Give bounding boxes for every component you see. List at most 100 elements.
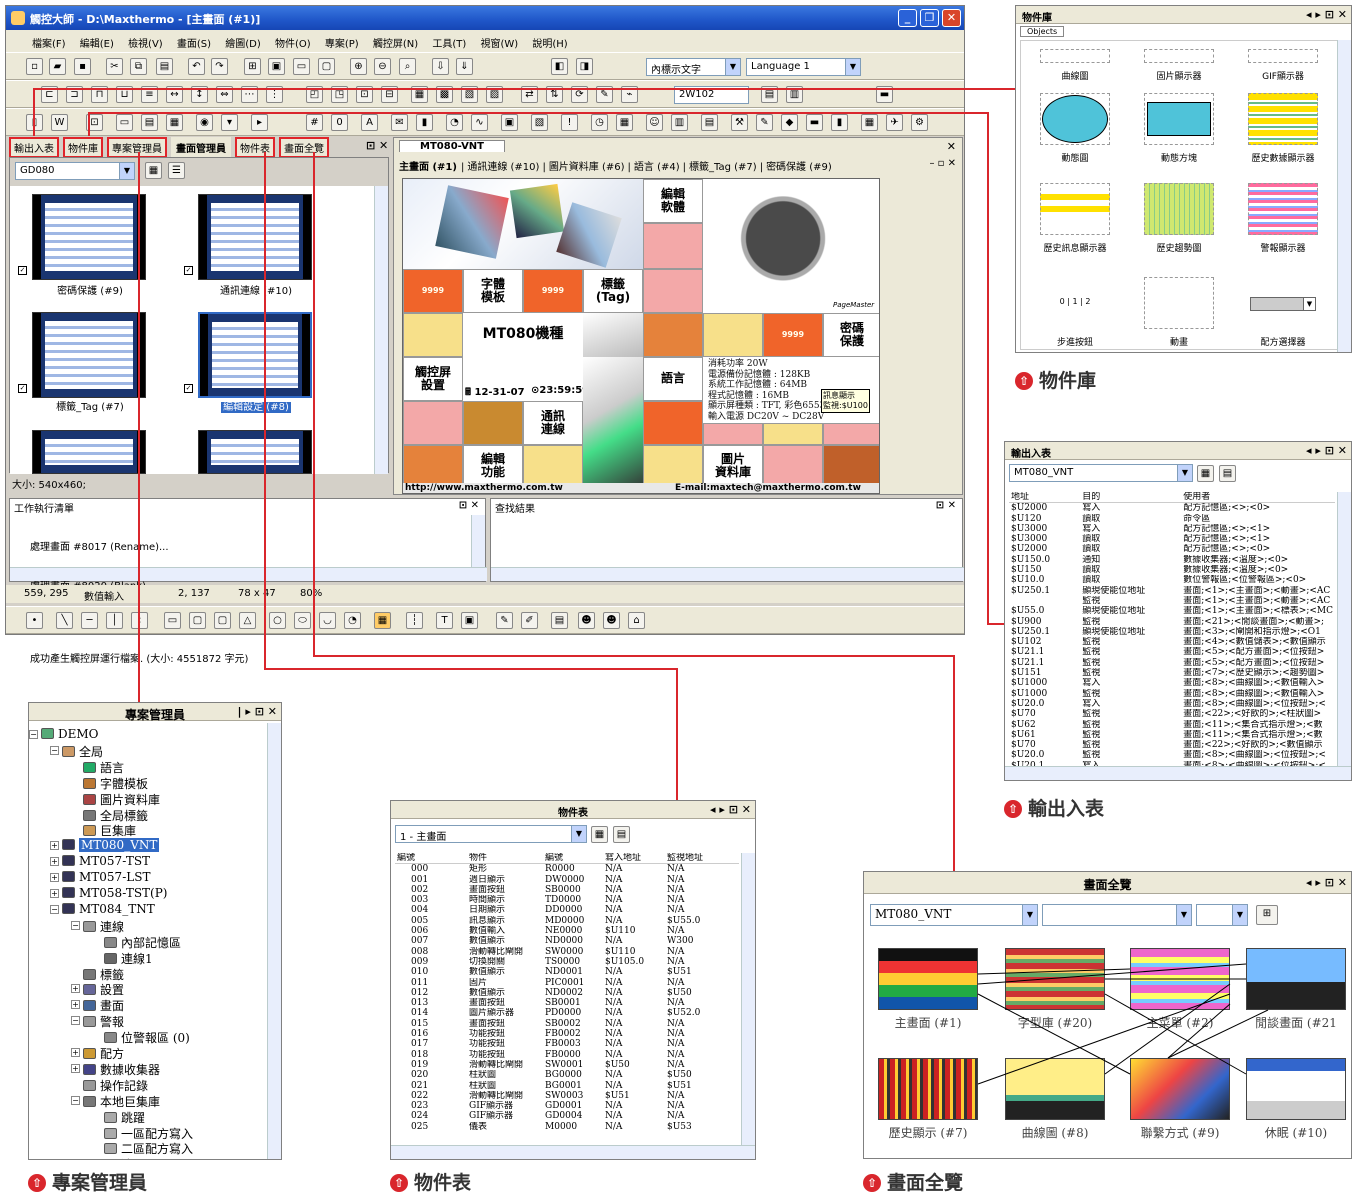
bar2-icon[interactable]: ▬ <box>806 114 823 131</box>
tree-item[interactable]: 字體模板 <box>83 775 148 792</box>
io-table-combo[interactable]: MT080_VNT ▼ <box>1009 464 1193 482</box>
picture-library-cell[interactable]: 圖片 資料庫 <box>703 445 763 487</box>
slider-icon[interactable]: ▸ <box>251 114 268 131</box>
minimize-button[interactable]: _ <box>898 9 917 27</box>
line-icon[interactable]: ╲ <box>56 612 73 629</box>
table-row[interactable]: 012 數值顯示 ND0002 N/A $U50 <box>395 988 739 998</box>
recipe-icon[interactable]: ▤ <box>701 114 718 131</box>
expand-icon[interactable]: + <box>50 889 59 898</box>
expand-icon[interactable]: + <box>71 1000 80 1010</box>
thumbnail-checkbox[interactable]: ✓ <box>18 266 27 275</box>
animation-icon[interactable]: ✈ <box>886 114 903 131</box>
table-row[interactable]: 014 圖片顯示器 PD0000 N/A $U52.0 <box>395 1008 739 1018</box>
chevron-down-icon[interactable]: ▼ <box>119 163 134 179</box>
table-row[interactable]: $U120 讀取 命令區 <box>1009 514 1335 524</box>
output-controls[interactable]: ⊡ ✕ <box>459 500 479 511</box>
tree-item[interactable]: 巨集庫 <box>83 822 136 839</box>
table-row[interactable]: 016 功能按鈕 FB0002 N/A N/A <box>395 1029 739 1039</box>
vertical-scrollbar[interactable] <box>374 186 388 474</box>
tree-item[interactable]: 本地巨集庫 <box>83 1093 160 1110</box>
table-row[interactable]: $U55.0 顯現使能位地址 畫面;<1>;<主畫面>;<標表>;<MC <box>1009 606 1335 616</box>
chevron-down-icon[interactable]: ▼ <box>571 826 586 842</box>
menu-window[interactable]: 視窗(W) <box>480 39 518 50</box>
chevron-down-icon[interactable]: ▼ <box>1177 465 1192 481</box>
tree-item[interactable]: MT057-LST <box>62 870 150 884</box>
table-row[interactable]: 017 功能按鈕 FB0003 N/A N/A <box>395 1039 739 1049</box>
collapse-icon[interactable]: − <box>50 904 59 914</box>
tree-item[interactable]: DEMO <box>41 727 99 741</box>
tree-item[interactable]: 位警報區 (0) <box>104 1029 190 1046</box>
screen-overview-filter[interactable]: ▼ <box>1042 904 1192 926</box>
screen-thumbnail[interactable] <box>198 194 312 280</box>
zoom-out-icon[interactable]: ⊖ <box>374 58 391 75</box>
screen-thumbnail[interactable] <box>32 312 146 398</box>
gif-icon[interactable]: ▧ <box>531 114 548 131</box>
tree-item[interactable]: 圖片資料庫 <box>83 791 160 808</box>
list-view-icon[interactable]: ☰ <box>168 162 185 179</box>
zoom-in-icon[interactable]: ⊕ <box>350 58 367 75</box>
table-row[interactable]: $U3000 讀取 配方記憶區;<>;<1> <box>1009 534 1335 544</box>
table-row[interactable]: 011 固片 PIC0001 N/A N/A <box>395 978 739 988</box>
grid-view-icon[interactable]: ▦ <box>591 826 608 843</box>
ellipse-icon[interactable]: ⬭ <box>294 612 311 629</box>
find-controls[interactable]: ⊡ ✕ <box>936 500 956 511</box>
table-row[interactable]: $U1000 寫入 畫面;<8>;<曲線圖>;<數值輸入> <box>1009 678 1335 688</box>
expand-icon[interactable]: + <box>50 841 59 851</box>
footer-email[interactable]: E-mail:maxtech@maxthermo.com.tw <box>675 483 861 493</box>
object-item[interactable]: GIF顯示器 <box>1233 49 1333 82</box>
tab-screen[interactable]: 通訊連線 (#10) <box>464 162 542 173</box>
tree-item[interactable]: 操作記錄 <box>83 1077 148 1094</box>
vertical-scrollbar[interactable] <box>1337 492 1351 768</box>
table-row[interactable]: $U900 監視 畫面;<21>;<閒談畫面>;<動畫>; <box>1009 617 1335 627</box>
expand-icon[interactable]: + <box>71 984 80 994</box>
table-icon[interactable]: ▦ <box>861 114 878 131</box>
panel-controls[interactable]: ◂ ▸ ⊡ ✕ <box>710 803 751 816</box>
table-row[interactable]: 013 畫面按鈕 SB0001 N/A N/A <box>395 998 739 1008</box>
chevron-down-icon[interactable]: ▼ <box>845 59 860 75</box>
rect-icon[interactable]: ▭ <box>164 612 181 629</box>
table-row[interactable]: 010 數值顯示 ND0001 N/A $U51 <box>395 967 739 977</box>
screen-preview[interactable] <box>1130 1058 1230 1120</box>
screen-thumbnail[interactable] <box>32 430 146 474</box>
table-row[interactable]: 006 數值輸入 NE0000 $U110 N/A <box>395 926 739 936</box>
polygon-icon[interactable]: △ <box>239 612 256 629</box>
table-row[interactable]: $U3000 寫入 配方記憶區;<>;<1> <box>1009 524 1335 534</box>
footer-url[interactable]: http://www.maxthermo.com.tw <box>405 483 563 493</box>
font-template-cell[interactable]: 字體 模板 <box>463 269 523 313</box>
table-row[interactable]: 015 畫面按鈕 SB0002 N/A N/A <box>395 1019 739 1029</box>
chevron-down-icon[interactable]: ▼ <box>1022 905 1037 925</box>
online-sim-icon[interactable]: ◨ <box>576 58 593 75</box>
expand-icon[interactable]: + <box>50 873 59 883</box>
expand-icon[interactable]: + <box>71 1063 80 1073</box>
menu-panel[interactable]: 觸控屏(N) <box>373 39 418 50</box>
screen-thumbnail[interactable] <box>32 194 146 280</box>
restore-button[interactable]: ❐ <box>920 9 939 27</box>
screen-preview[interactable] <box>1005 948 1105 1010</box>
screen-overview-zoom[interactable]: ▼ <box>1196 904 1248 926</box>
panel-controls[interactable]: ◂ ▸ ⊡ ✕ <box>1306 444 1347 457</box>
column-header[interactable]: 編號 <box>543 853 603 865</box>
object-item[interactable]: 曲線圖 <box>1025 49 1125 82</box>
offline-sim-icon[interactable]: ◧ <box>551 58 568 75</box>
column-header[interactable]: 寫入地址 <box>603 853 665 865</box>
object-item[interactable]: 歷史數據顯示器 <box>1233 93 1333 164</box>
monitor-icon[interactable]: ▢ <box>318 58 335 75</box>
tree-item[interactable]: MT057-TST <box>62 854 150 868</box>
export-icon[interactable]: ▤ <box>613 826 630 843</box>
table-row[interactable]: $U250.1 顯現使能位地址 畫面;<1>;<主畫面>;<動畫>;<AC <box>1009 586 1335 596</box>
object-item[interactable]: 動畫 <box>1129 277 1229 348</box>
column-header[interactable]: 地址 <box>1009 492 1081 504</box>
table-row[interactable]: $U2000 寫入 配方記憶區;<>;<0> <box>1009 503 1335 514</box>
scale-icon[interactable]: ┆ <box>406 612 423 629</box>
table-row[interactable]: 003 時間顯示 TD0000 N/A N/A <box>395 895 739 905</box>
menu-object[interactable]: 物件(O) <box>275 39 311 50</box>
tree-item[interactable]: 二區配方寫入 <box>104 1140 193 1157</box>
pipe-icon[interactable]: ▮ <box>831 114 848 131</box>
meter-icon[interactable]: ◔ <box>446 114 463 131</box>
table-row[interactable]: $U10.0 讀取 數位警報區;<位警報區>;<0> <box>1009 575 1335 585</box>
close-button[interactable]: ✕ <box>942 9 961 27</box>
object-library-tab[interactable]: Objects <box>1020 26 1065 37</box>
tab-screen[interactable]: 語言 (#4) <box>631 162 683 173</box>
layers-icon[interactable]: ▤ <box>551 612 568 629</box>
column-header[interactable]: 使用者 <box>1181 492 1335 504</box>
